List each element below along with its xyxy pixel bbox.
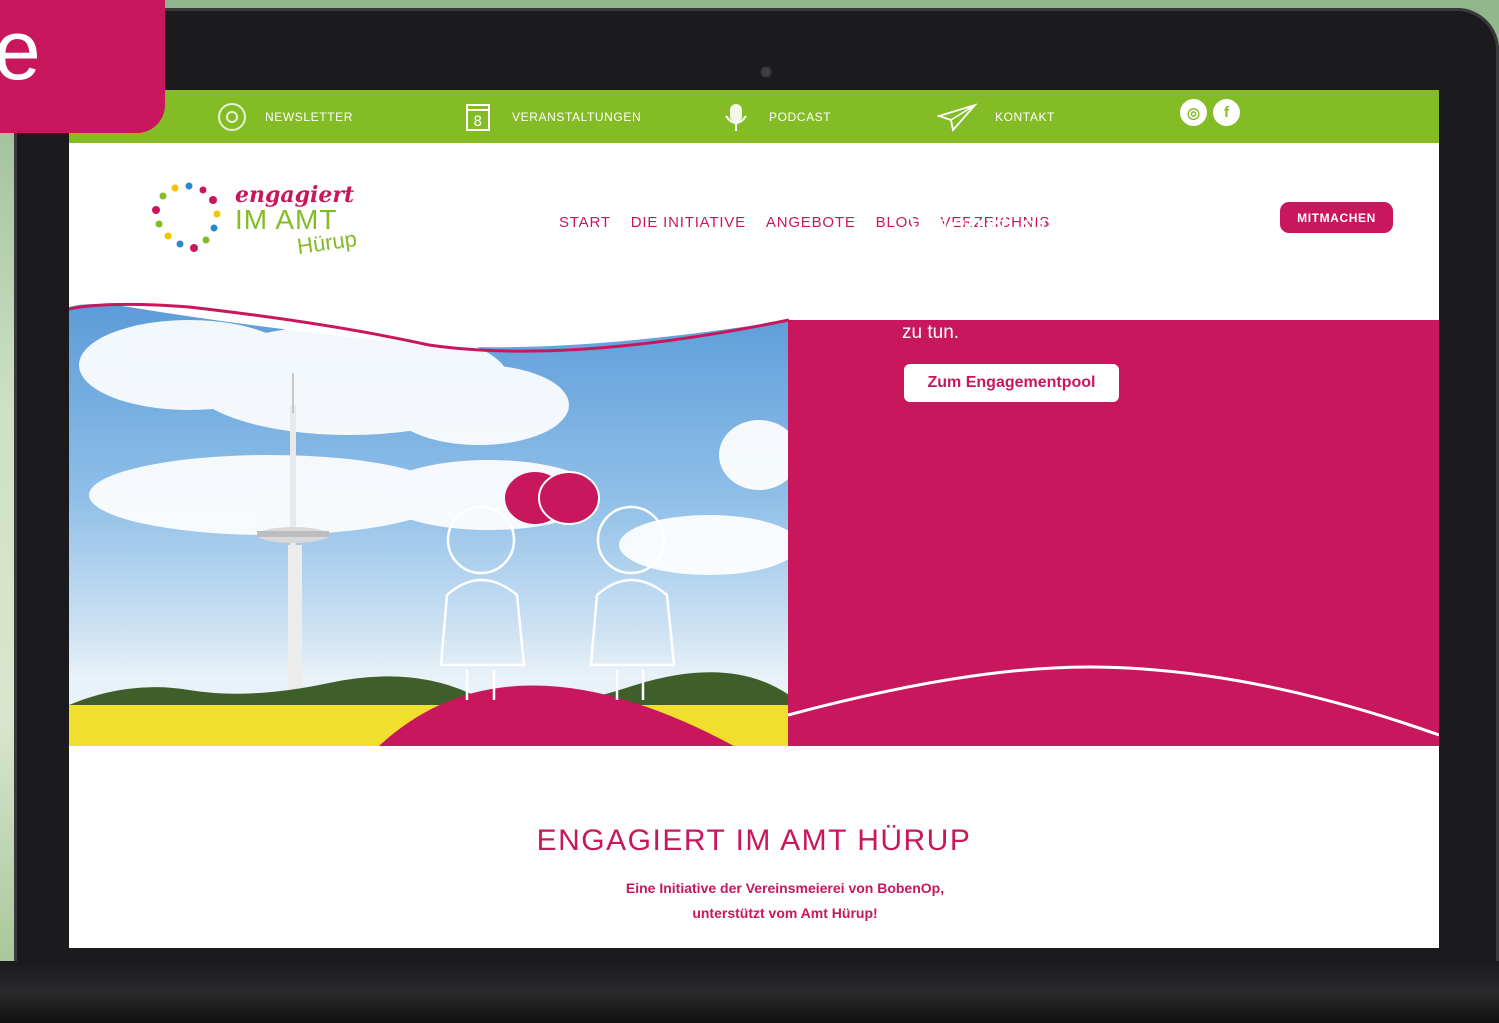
top-bar: NEWSLETTER 8 VERANSTALTUNGEN PODCAST KON… <box>69 90 1439 143</box>
hero-section <box>69 295 1439 746</box>
camera <box>760 66 772 78</box>
section-title: ENGAGIERT IM AMT HÜRUP <box>536 824 972 857</box>
laptop-hinge <box>0 961 1499 1023</box>
facebook-icon[interactable]: f <box>1213 99 1240 126</box>
topbar-podcast[interactable]: PODCAST <box>721 90 831 143</box>
hero-title: Machst du mit? <box>902 208 1131 242</box>
corner-badge: e <box>0 0 165 133</box>
website-screen: NEWSLETTER 8 VERANSTALTUNGEN PODCAST KON… <box>69 90 1439 948</box>
calendar-icon-day: 8 <box>473 114 483 130</box>
topbar-contact[interactable]: KONTAKT <box>937 90 1055 143</box>
corner-badge-glyph: e <box>0 3 41 97</box>
topbar-newsletter-label: NEWSLETTER <box>265 109 354 124</box>
at-icon <box>218 102 246 131</box>
microphone-icon <box>725 103 747 131</box>
topbar-contact-label: KONTAKT <box>995 109 1055 124</box>
paper-plane-icon <box>937 102 977 132</box>
logo-ring-icon <box>152 182 221 252</box>
calendar-icon: 8 <box>466 103 490 131</box>
nav-die-initiative[interactable]: DIE INITIATIVE <box>631 214 746 231</box>
topbar-podcast-label: PODCAST <box>769 109 832 124</box>
nav-angebote[interactable]: ANGEBOTE <box>766 214 856 231</box>
instagram-icon[interactable]: ◎ <box>1180 99 1207 126</box>
topbar-newsletter[interactable]: NEWSLETTER <box>217 90 353 143</box>
topbar-events[interactable]: 8 VERANSTALTUNGEN <box>464 90 641 143</box>
site-logo[interactable]: engagiert IM AMT Hürup <box>151 182 381 262</box>
engagementpool-button[interactable]: Zum Engagementpool <box>904 364 1119 402</box>
hero-text: Sich ehrenamtlich zu engagieren bringt S… <box>902 264 1325 343</box>
section-subtitle-line-1: Eine Initiative der Vereinsmeierei von B… <box>625 880 945 896</box>
hero-photo-illustration <box>69 295 789 746</box>
mitmachen-button[interactable]: MITMACHEN <box>1280 202 1393 233</box>
section-subtitle: Eine Initiative der Vereinsmeierei von B… <box>69 876 1439 926</box>
nav-start[interactable]: START <box>559 214 611 231</box>
topbar-events-label: VERANSTALTUNGEN <box>512 109 642 124</box>
section-subtitle-line-2: unterstützt vom Amt Hürup! <box>692 905 878 921</box>
hero-wave-decoration <box>788 665 1439 737</box>
social-links: ◎ f <box>1180 99 1240 126</box>
